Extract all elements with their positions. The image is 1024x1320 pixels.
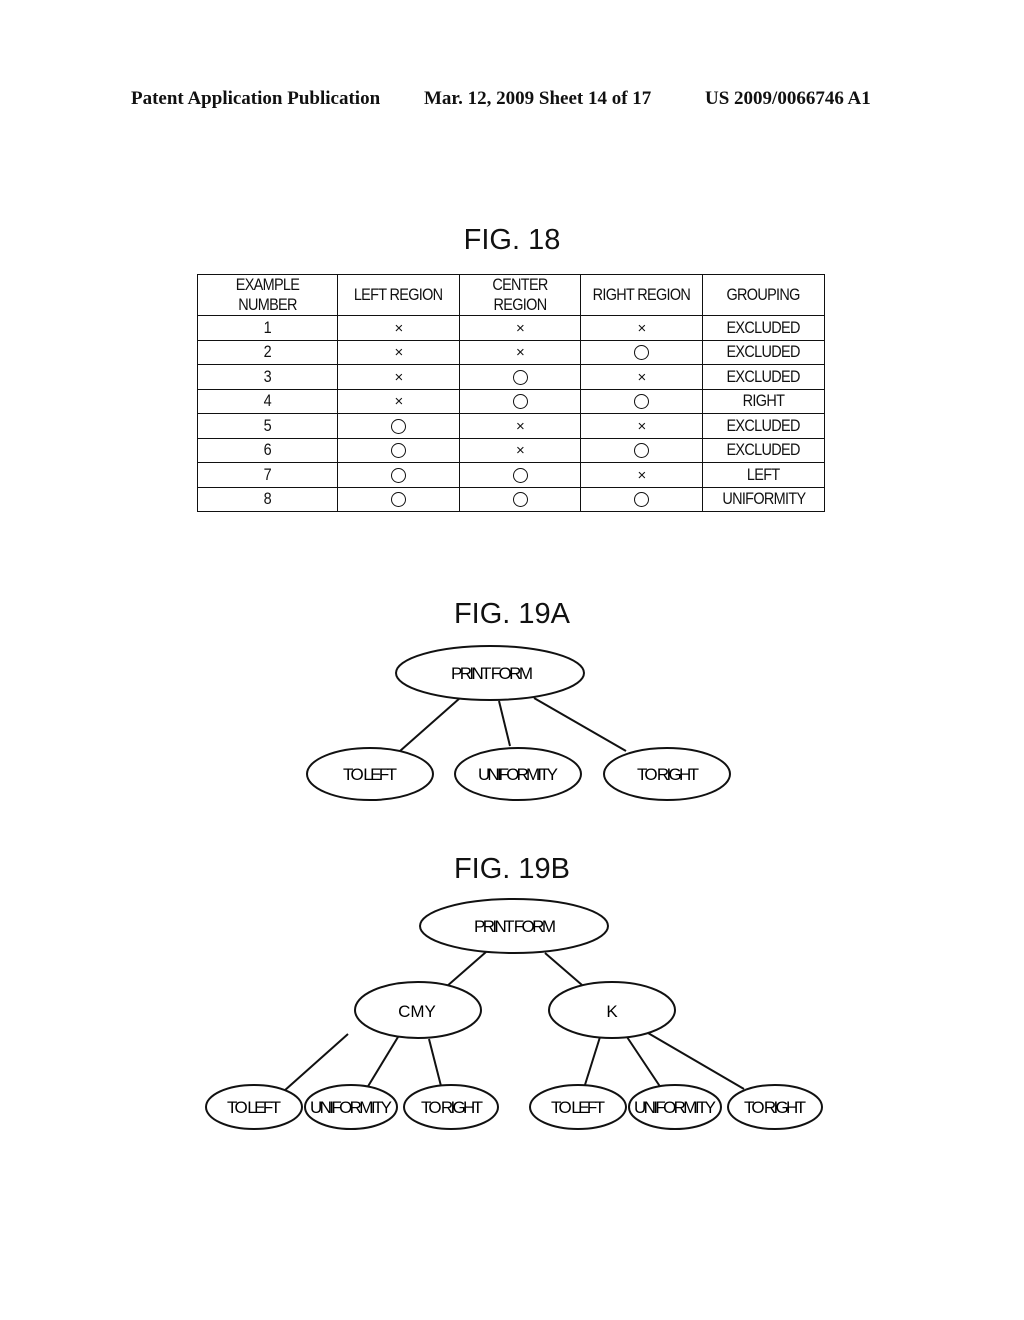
node-cmy: CMY <box>354 981 482 1039</box>
svg-text:UNIFORMITY: UNIFORMITY <box>478 765 558 784</box>
edge <box>399 697 461 752</box>
svg-text:UNIFORMITY: UNIFORMITY <box>310 1098 392 1117</box>
edge <box>544 952 583 986</box>
edge <box>445 951 487 988</box>
svg-text:K: K <box>606 1002 618 1021</box>
svg-text:TO LEFT: TO LEFT <box>551 1098 605 1117</box>
edge <box>626 1036 662 1089</box>
node-to-right: TO RIGHT <box>603 747 731 801</box>
node-cmy-to-left: TO LEFT <box>205 1084 303 1130</box>
node-to-left: TO LEFT <box>306 747 434 801</box>
edge <box>283 1033 349 1092</box>
svg-text:PRINT FORM: PRINT FORM <box>474 917 556 936</box>
node-root: PRINT FORM <box>395 645 585 701</box>
edge <box>583 1036 601 1089</box>
svg-text:CMY: CMY <box>398 1002 436 1021</box>
edge <box>366 1036 399 1089</box>
svg-text:UNIFORMITY: UNIFORMITY <box>634 1098 716 1117</box>
svg-text:TO RIGHT: TO RIGHT <box>421 1098 483 1117</box>
edge <box>647 1032 745 1090</box>
tree-diagrams: PRINT FORM TO LEFT UNIFORMITY TO RIGHT P… <box>205 645 823 1130</box>
svg-text:PRINT FORM: PRINT FORM <box>451 664 533 683</box>
edge <box>533 697 627 752</box>
svg-text:TO RIGHT: TO RIGHT <box>744 1098 806 1117</box>
svg-text:TO LEFT: TO LEFT <box>227 1098 281 1117</box>
node-uniformity: UNIFORMITY <box>454 747 582 801</box>
fig19a-tree: PRINT FORM TO LEFT UNIFORMITY TO RIGHT <box>306 645 731 801</box>
node-k-to-right: TO RIGHT <box>727 1084 823 1130</box>
svg-text:TO LEFT: TO LEFT <box>343 765 397 784</box>
edge <box>428 1038 442 1087</box>
node-cmy-to-right: TO RIGHT <box>403 1084 499 1130</box>
node-k: K <box>548 981 676 1039</box>
node-k-uniformity: UNIFORMITY <box>628 1084 722 1130</box>
fig19b-tree: PRINT FORM CMY K TO LEFT UNIFORMITY TO R… <box>205 898 823 1130</box>
svg-text:TO RIGHT: TO RIGHT <box>637 765 699 784</box>
node-k-to-left: TO LEFT <box>529 1084 627 1130</box>
node-root: PRINT FORM <box>419 898 609 954</box>
edge <box>498 700 511 747</box>
node-cmy-uniformity: UNIFORMITY <box>304 1084 398 1130</box>
